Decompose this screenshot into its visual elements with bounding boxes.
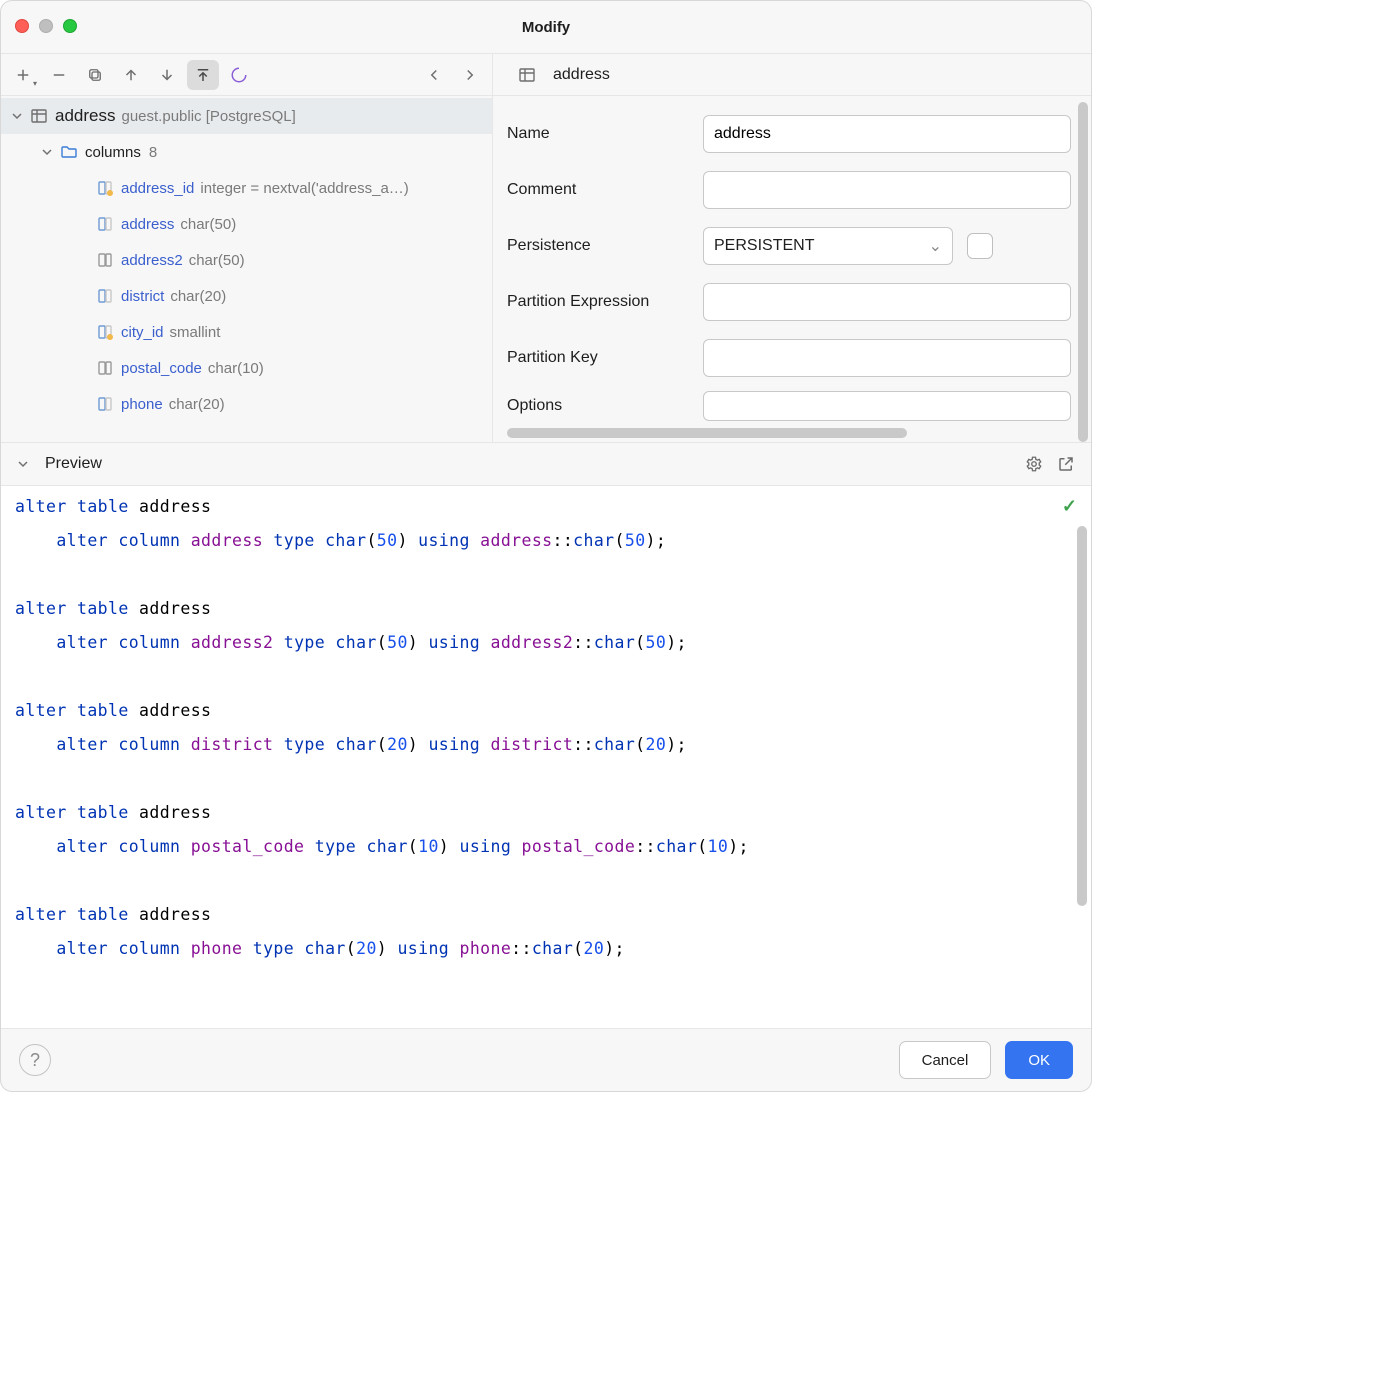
nav-forward-button[interactable]	[454, 60, 486, 90]
tree-node-label: address	[55, 106, 115, 126]
help-button[interactable]: ?	[19, 1044, 51, 1076]
partition-key-field[interactable]	[703, 339, 1071, 377]
move-up-button[interactable]	[115, 60, 147, 90]
comment-field[interactable]	[703, 171, 1071, 209]
chevron-down-icon[interactable]	[9, 108, 25, 124]
persistence-checkbox[interactable]	[967, 233, 993, 259]
ok-button[interactable]: OK	[1005, 1041, 1073, 1079]
tree-node-meta: smallint	[170, 324, 221, 341]
structure-toolbar: ▾	[1, 54, 492, 96]
cancel-button[interactable]: Cancel	[899, 1041, 992, 1079]
column-key-icon	[95, 322, 115, 342]
tree-node-label: address_id	[121, 180, 194, 197]
titlebar: Modify	[1, 1, 1091, 53]
properties-title: address	[553, 66, 610, 84]
column-plain-icon	[95, 250, 115, 270]
sql-preview-editor[interactable]: ✓ alter table address alter column addre…	[1, 485, 1091, 1029]
tree-count-badge: 8	[149, 144, 157, 161]
tree-node-column[interactable]: phone char(20)	[1, 386, 492, 422]
tree-node-column[interactable]: district char(20)	[1, 278, 492, 314]
table-icon	[517, 65, 537, 85]
tree-node-label: phone	[121, 396, 163, 413]
refresh-button[interactable]	[223, 60, 255, 90]
options-label: Options	[503, 397, 703, 415]
column-key-icon	[95, 178, 115, 198]
zoom-icon[interactable]	[63, 19, 77, 33]
minimize-icon[interactable]	[39, 19, 53, 33]
structure-pane: ▾	[1, 54, 493, 442]
name-field[interactable]	[703, 115, 1071, 153]
add-button[interactable]: ▾	[7, 60, 39, 90]
gear-icon[interactable]	[1023, 453, 1045, 475]
column-icon	[95, 214, 115, 234]
chevron-down-icon: ⌄	[929, 236, 942, 256]
dialog-footer: ? Cancel OK	[1, 1029, 1091, 1091]
structure-tree[interactable]: address guest.public [PostgreSQL] column…	[1, 96, 492, 442]
partition-expression-field[interactable]	[703, 283, 1071, 321]
tree-node-column[interactable]: address2 char(50)	[1, 242, 492, 278]
folder-icon	[59, 142, 79, 162]
column-icon	[95, 286, 115, 306]
column-icon	[95, 394, 115, 414]
persistence-label: Persistence	[503, 237, 703, 255]
scrollbar[interactable]	[1078, 102, 1088, 442]
tree-node-column[interactable]: address char(50)	[1, 206, 492, 242]
properties-header: address	[493, 54, 1091, 96]
comment-label: Comment	[503, 181, 703, 199]
tree-node-column[interactable]: address_id integer = nextval('address_a…)	[1, 170, 492, 206]
nav-back-button[interactable]	[418, 60, 450, 90]
move-top-button[interactable]	[187, 60, 219, 90]
tree-node-meta: char(50)	[189, 252, 245, 269]
partition-expression-label: Partition Expression	[503, 293, 703, 311]
close-icon[interactable]	[15, 19, 29, 33]
tree-node-meta: integer = nextval('address_a…)	[200, 180, 408, 197]
tree-node-meta: char(50)	[180, 216, 236, 233]
chevron-down-icon[interactable]	[15, 456, 31, 472]
horizontal-scrollbar[interactable]	[507, 428, 907, 438]
table-icon	[29, 106, 49, 126]
tree-node-label: district	[121, 288, 164, 305]
tree-node-label: address2	[121, 252, 183, 269]
copy-button[interactable]	[79, 60, 111, 90]
chevron-down-icon[interactable]	[39, 144, 55, 160]
valid-icon: ✓	[1062, 496, 1077, 517]
tree-node-label: columns	[85, 144, 141, 161]
persistence-value: PERSISTENT	[714, 237, 814, 255]
tree-node-label: postal_code	[121, 360, 202, 377]
tree-node-meta: char(20)	[169, 396, 225, 413]
name-label: Name	[503, 125, 703, 143]
tree-node-column[interactable]: postal_code char(10)	[1, 350, 492, 386]
move-down-button[interactable]	[151, 60, 183, 90]
modify-dialog: Modify ▾	[0, 0, 1092, 1092]
tree-node-columns-folder[interactable]: columns 8	[1, 134, 492, 170]
tree-node-label: address	[121, 216, 174, 233]
tree-node-meta: guest.public [PostgreSQL]	[121, 108, 295, 125]
dialog-title: Modify	[1, 19, 1091, 36]
tree-node-column[interactable]: city_id smallint	[1, 314, 492, 350]
tree-node-label: city_id	[121, 324, 164, 341]
properties-pane: address Name Comment	[493, 54, 1091, 442]
remove-button[interactable]	[43, 60, 75, 90]
window-controls	[15, 19, 77, 33]
tree-node-meta: char(20)	[170, 288, 226, 305]
partition-key-label: Partition Key	[503, 349, 703, 367]
tree-node-meta: char(10)	[208, 360, 264, 377]
tree-node-table[interactable]: address guest.public [PostgreSQL]	[1, 98, 492, 134]
options-field[interactable]	[703, 391, 1071, 421]
open-external-icon[interactable]	[1055, 453, 1077, 475]
persistence-select[interactable]: PERSISTENT ⌄	[703, 227, 953, 265]
preview-label: Preview	[45, 455, 102, 473]
column-plain-icon	[95, 358, 115, 378]
preview-section: Preview ✓ alter table address alter colu…	[1, 443, 1091, 1029]
scrollbar[interactable]	[1077, 526, 1087, 906]
